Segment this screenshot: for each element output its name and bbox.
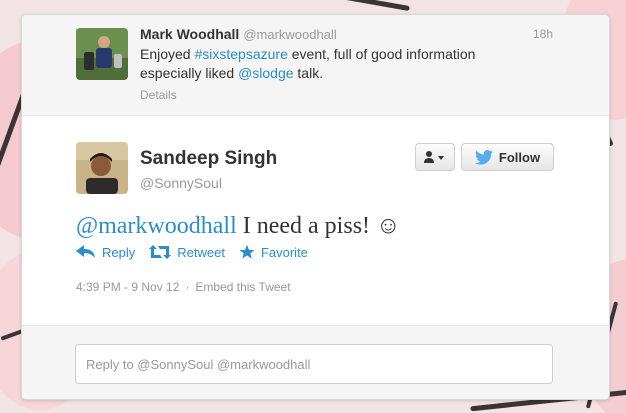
reply-input[interactable] xyxy=(75,344,553,384)
user-actions-dropdown[interactable] xyxy=(415,143,455,171)
parent-text-part: Enjoyed xyxy=(140,46,195,62)
favorite-action[interactable]: Favorite xyxy=(239,244,308,260)
details-link[interactable]: Details xyxy=(140,88,177,102)
embed-tweet-link[interactable]: Embed this Tweet xyxy=(195,280,290,294)
reply-arrow-icon xyxy=(76,245,95,258)
follow-label: Follow xyxy=(498,149,541,165)
hashtag-link[interactable]: #sixstepsazure xyxy=(194,46,287,62)
author-screen-name[interactable]: @SonnySoul xyxy=(140,175,222,191)
tweet-body: I need a piss! ☺ xyxy=(236,213,401,239)
mention-link[interactable]: @markwoodhall xyxy=(76,213,237,239)
tweet-timestamp[interactable]: 4:39 PM - 9 Nov 12 xyxy=(76,280,179,294)
parent-author-handle[interactable]: @markwoodhall xyxy=(243,27,336,42)
twitter-bird-icon xyxy=(474,149,493,165)
star-icon xyxy=(239,244,255,259)
reply-label: Reply xyxy=(102,244,136,260)
tweet-text: @markwoodhall I need a piss! ☺ xyxy=(76,213,401,240)
mention-link[interactable]: @slodge xyxy=(238,65,293,81)
favorite-label: Favorite xyxy=(260,244,308,260)
parent-tweet-text: Enjoyed #sixstepsazure event, full of go… xyxy=(140,45,540,83)
user-dropdown-icon xyxy=(424,151,444,163)
retweet-label: Retweet xyxy=(177,244,225,260)
parent-timestamp[interactable]: 18h xyxy=(533,27,553,41)
tweet-actions: Reply Retweet Favorite xyxy=(76,244,322,260)
tweet-meta: 4:39 PM - 9 Nov 12 · Embed this Tweet xyxy=(76,280,291,294)
reply-action[interactable]: Reply xyxy=(76,244,135,260)
parent-text-part: talk. xyxy=(293,65,324,81)
avatar[interactable] xyxy=(76,28,128,80)
meta-separator: · xyxy=(185,280,190,294)
author-full-name[interactable]: Sandeep Singh xyxy=(140,148,277,170)
retweet-icon xyxy=(149,245,172,259)
parent-author[interactable]: Mark Woodhall @markwoodhall xyxy=(140,26,337,42)
parent-tweet[interactable]: Mark Woodhall @markwoodhall 18h Enjoyed #… xyxy=(22,15,609,116)
parent-author-name[interactable]: Mark Woodhall xyxy=(140,26,239,42)
follow-button[interactable]: Follow xyxy=(461,143,554,171)
tweet-card: Mark Woodhall @markwoodhall 18h Enjoyed #… xyxy=(21,14,610,400)
avatar[interactable] xyxy=(76,142,128,194)
reply-area xyxy=(22,325,609,399)
retweet-action[interactable]: Retweet xyxy=(149,244,225,260)
